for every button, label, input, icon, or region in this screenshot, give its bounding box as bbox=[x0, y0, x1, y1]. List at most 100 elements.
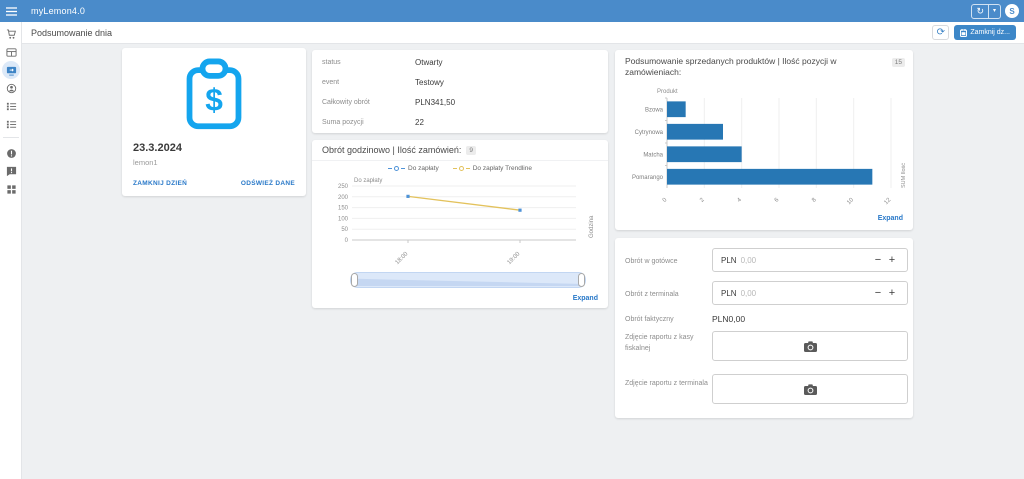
hourly-expand-link[interactable]: Expand bbox=[573, 295, 598, 302]
page-header: Podsumowanie dnia ⟳ Zamknij dz... bbox=[22, 22, 1024, 44]
decrement-button[interactable]: − bbox=[871, 254, 885, 266]
svg-text:200: 200 bbox=[338, 195, 349, 201]
products-chart-title: Podsumowanie sprzedanych produktów | Ilo… bbox=[625, 56, 875, 79]
svg-text:0: 0 bbox=[662, 197, 669, 204]
sidebar-item-apps[interactable] bbox=[2, 180, 20, 198]
fiscal-report-photo-button[interactable] bbox=[712, 331, 908, 361]
terminal-amount-input[interactable]: PLN 0,00 − + bbox=[712, 281, 908, 305]
svg-text:Matcha: Matcha bbox=[643, 152, 663, 158]
positions-count-badge: 15 bbox=[892, 58, 905, 67]
legend-item[interactable]: Do zapłaty Trendline bbox=[453, 165, 532, 172]
status-row: Całkowity obrót PLN341,50 bbox=[322, 92, 598, 112]
feedback-icon bbox=[6, 166, 17, 177]
status-row-value: 22 bbox=[415, 118, 424, 127]
svg-text:$: $ bbox=[205, 81, 223, 117]
hourly-legend: Do zapłaty Do zapłaty Trendline bbox=[312, 165, 608, 172]
close-day-text-button[interactable]: ZAMKNIJ DZIEŃ bbox=[133, 180, 187, 187]
hourly-chart-header: Obrót godzinowo | Ilość zamówień: 9 bbox=[312, 140, 608, 161]
sidebar bbox=[0, 22, 22, 479]
refresh-button[interactable]: ⟳ bbox=[932, 25, 949, 40]
status-row: status Otwarty bbox=[322, 52, 598, 72]
decrement-button[interactable]: − bbox=[871, 287, 885, 299]
sidebar-item-cart[interactable] bbox=[2, 25, 20, 43]
orders-list-icon bbox=[6, 119, 17, 130]
terminal-report-photo-button[interactable] bbox=[712, 374, 908, 404]
camera-icon bbox=[804, 341, 817, 352]
legend-item[interactable]: Do zapłaty bbox=[388, 165, 439, 172]
sidebar-item-day-summary[interactable] bbox=[2, 61, 20, 79]
close-day-button[interactable]: Zamknij dz... bbox=[954, 25, 1016, 40]
svg-text:8: 8 bbox=[811, 197, 818, 204]
sidebar-item-info[interactable] bbox=[2, 144, 20, 162]
svg-text:Produkt: Produkt bbox=[657, 89, 678, 95]
cart-icon bbox=[6, 29, 17, 40]
increment-button[interactable]: + bbox=[885, 287, 899, 299]
hourly-line-chart: 050100150200250Do zapłatyGodzina18:0019:… bbox=[322, 174, 598, 275]
page-title: Podsumowanie dnia bbox=[31, 28, 112, 38]
status-card: status Otwarty event Testowy Całkowity o… bbox=[312, 50, 608, 133]
sidebar-item-feedback[interactable] bbox=[2, 162, 20, 180]
status-row-value: Otwarty bbox=[415, 58, 443, 67]
table-icon bbox=[6, 47, 17, 58]
hourly-chart-card: Obrót godzinowo | Ilość zamówień: 9 Do z… bbox=[312, 140, 608, 308]
currency-prefix: PLN bbox=[721, 289, 737, 298]
svg-text:50: 50 bbox=[341, 227, 348, 233]
top-app-bar: myLemon4.0 ↻ ▾ S bbox=[0, 0, 1024, 22]
account-icon bbox=[6, 83, 17, 94]
products-chart-card: Podsumowanie sprzedanych produktów | Ilo… bbox=[615, 50, 913, 230]
clipboard-dollar-icon: $ bbox=[178, 58, 250, 139]
svg-text:100: 100 bbox=[338, 216, 349, 222]
sync-icon[interactable]: ↻ bbox=[972, 5, 988, 18]
svg-text:Cytrynowa: Cytrynowa bbox=[635, 130, 664, 136]
form-label: Obrót w gotówce bbox=[625, 257, 710, 268]
sidebar-item-account[interactable] bbox=[2, 79, 20, 97]
chevron-down-icon[interactable]: ▾ bbox=[988, 5, 1000, 18]
orders-count-badge: 9 bbox=[466, 146, 476, 155]
svg-text:Do zapłaty: Do zapłaty bbox=[354, 178, 382, 184]
status-row-label: Całkowity obrót bbox=[322, 99, 415, 106]
svg-text:18:00: 18:00 bbox=[395, 251, 410, 266]
status-row-value: PLN341,50 bbox=[415, 98, 455, 107]
svg-text:SUM Ilość: SUM Ilość bbox=[901, 163, 907, 188]
cash-form-card: Obrót w gotówce PLN 0,00 − + Obrót z ter… bbox=[615, 238, 913, 418]
svg-text:150: 150 bbox=[338, 206, 349, 212]
list-icon bbox=[6, 101, 17, 112]
status-row-value: Testowy bbox=[415, 78, 444, 87]
refresh-data-text-button[interactable]: ODŚWIEŻ DANE bbox=[241, 180, 295, 187]
actual-turnover-value: PLN0,00 bbox=[712, 314, 745, 324]
hourly-chart-title: Obrót godzinowo | Ilość zamówień: bbox=[322, 145, 461, 155]
svg-text:12: 12 bbox=[883, 197, 892, 206]
status-row-label: Suma pozycji bbox=[322, 119, 415, 126]
apps-icon bbox=[6, 184, 17, 195]
status-row-label: status bbox=[322, 59, 415, 66]
svg-text:10: 10 bbox=[846, 197, 855, 206]
status-row-label: event bbox=[322, 79, 415, 86]
app-title: myLemon4.0 bbox=[31, 6, 85, 16]
form-label: Obrót z terminala bbox=[625, 290, 710, 301]
form-label: Obrót faktyczny bbox=[625, 315, 710, 326]
form-label: Zdjęcie raportu z kasy fiskalnej bbox=[625, 333, 710, 354]
info-icon bbox=[6, 148, 17, 159]
register-icon bbox=[6, 65, 17, 76]
camera-icon bbox=[804, 384, 817, 395]
products-bar-chart: 024681012ProduktSUM IlośćBzowaCytrynowaM… bbox=[623, 86, 909, 221]
svg-text:Bzowa: Bzowa bbox=[645, 107, 664, 113]
svg-text:19:00: 19:00 bbox=[507, 251, 522, 266]
location-name: lemon1 bbox=[133, 158, 158, 167]
svg-text:250: 250 bbox=[338, 184, 349, 190]
sidebar-item-list-2[interactable] bbox=[2, 115, 20, 133]
svg-text:Pomarango: Pomarango bbox=[632, 175, 664, 181]
sidebar-item-list-1[interactable] bbox=[2, 97, 20, 115]
products-expand-link[interactable]: Expand bbox=[878, 215, 903, 222]
sidebar-divider bbox=[3, 137, 19, 138]
avatar[interactable]: S bbox=[1005, 4, 1019, 18]
increment-button[interactable]: + bbox=[885, 254, 899, 266]
sync-split-button: ↻ ▾ bbox=[971, 4, 1001, 19]
cash-amount-input[interactable]: PLN 0,00 − + bbox=[712, 248, 908, 272]
calendar-check-icon bbox=[960, 29, 967, 37]
sidebar-item-tables[interactable] bbox=[2, 43, 20, 61]
menu-icon[interactable] bbox=[0, 7, 22, 16]
range-navigator[interactable] bbox=[350, 272, 586, 293]
form-label: Zdjęcie raportu z terminala bbox=[625, 379, 710, 390]
amount-placeholder: 0,00 bbox=[741, 289, 757, 298]
